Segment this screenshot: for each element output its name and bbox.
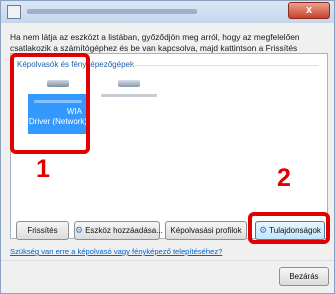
scanner-icon	[118, 80, 140, 87]
app-icon	[7, 5, 21, 19]
footer-divider	[1, 260, 334, 261]
add-device-icon: ⚙	[75, 225, 84, 235]
window-title-redacted	[27, 9, 197, 14]
callout-number-2: 2	[277, 164, 291, 192]
refresh-button[interactable]: Frissítés	[16, 221, 69, 240]
scan-profiles-button[interactable]: Képolvasási profilok	[165, 221, 247, 240]
close-button[interactable]: Bezárás	[279, 267, 329, 286]
device-item-second[interactable]	[99, 78, 159, 108]
add-device-label: Eszköz hozzáadása...	[85, 226, 163, 235]
help-link[interactable]: Szükség van erre a képolvasó vagy fényké…	[10, 247, 222, 256]
window-close-button[interactable]: x	[288, 2, 330, 19]
add-device-button[interactable]: ⚙ Eszköz hozzáadása...	[74, 221, 163, 240]
callout-highlight-device	[10, 53, 90, 154]
callout-highlight-properties	[248, 212, 330, 244]
callout-number-1: 1	[36, 155, 50, 183]
device-label-redacted	[101, 94, 157, 97]
title-bar: x	[1, 1, 334, 23]
group-header-divider	[131, 65, 319, 66]
